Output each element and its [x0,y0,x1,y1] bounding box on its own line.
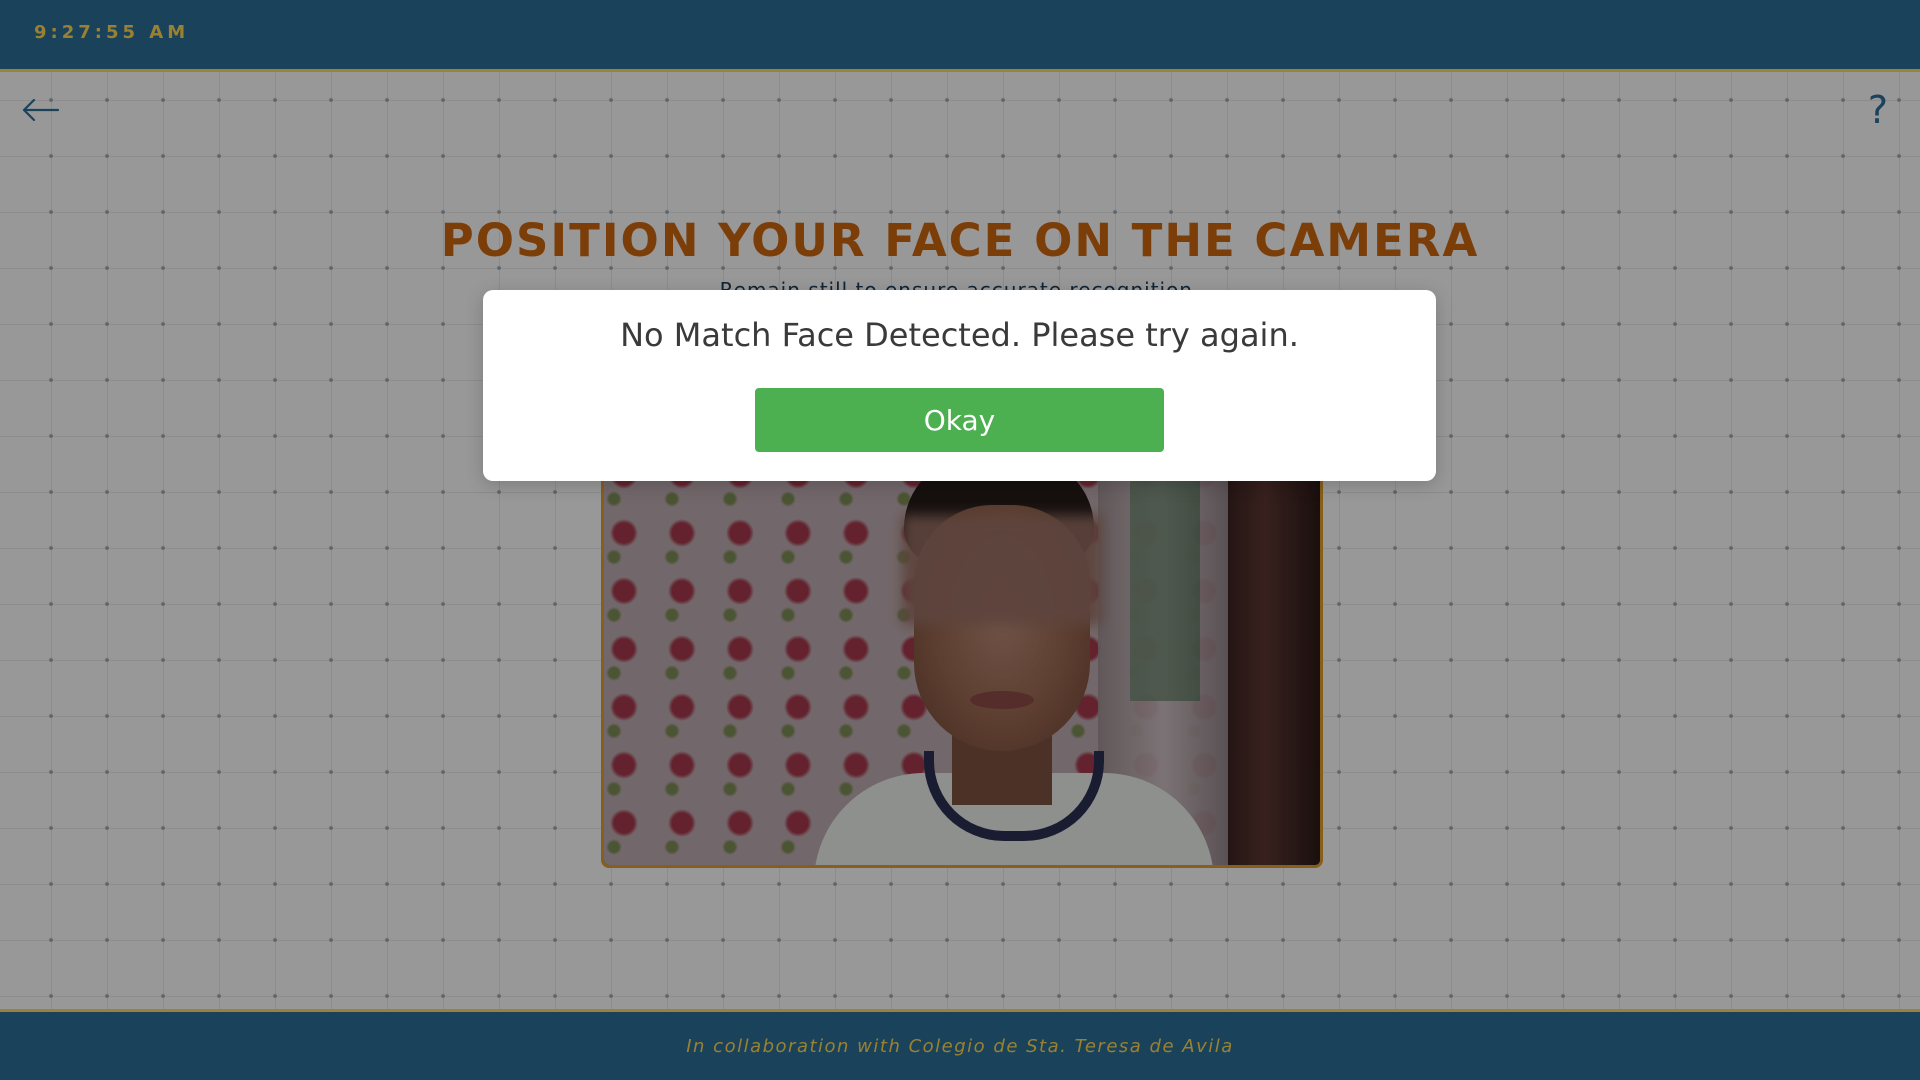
okay-button[interactable]: Okay [755,388,1164,452]
dialog-message: No Match Face Detected. Please try again… [620,316,1299,354]
modal-overlay [0,0,1920,1080]
alert-dialog: No Match Face Detected. Please try again… [483,290,1436,481]
app-root: 9:27:55 AM ? POSITION YOUR FACE ON THE C… [0,0,1920,1080]
